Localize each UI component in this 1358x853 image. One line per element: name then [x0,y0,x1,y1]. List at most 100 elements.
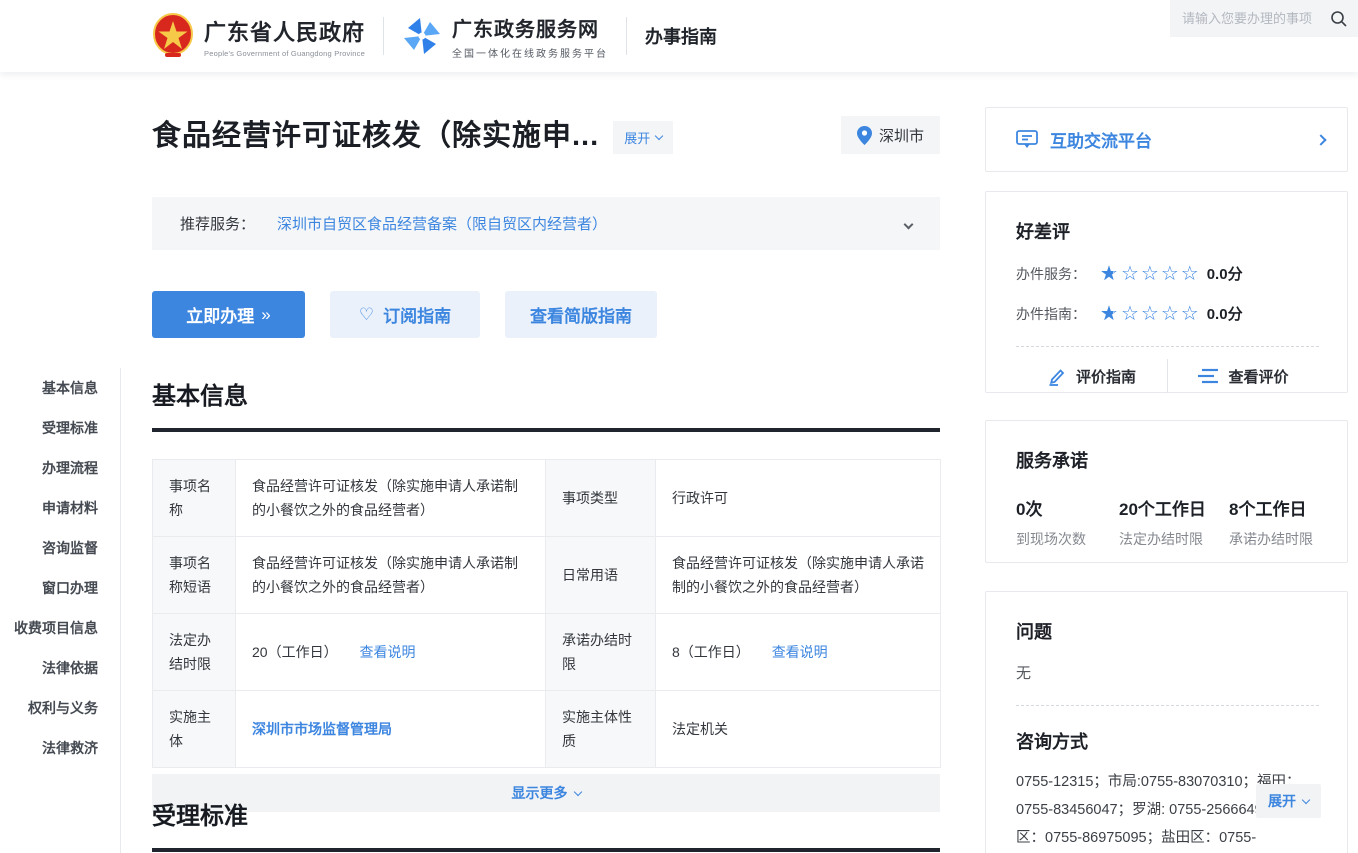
page-name: 办事指南 [645,23,717,49]
mutual-exchange-card[interactable]: 互助交流平台 [985,107,1348,172]
rating-row-label: 办件服务： [1016,264,1100,284]
section-nav: 基本信息 受理标准 办理流程 申请材料 咨询监督 窗口办理 收费项目信息 法律依… [0,368,121,853]
sidebar-item-consult-supervise[interactable]: 咨询监督 [0,528,120,568]
list-icon [1198,368,1218,384]
recommend-collapse-button[interactable] [905,215,912,233]
chevron-down-icon [573,787,581,795]
subscribe-guide-label: 订阅指南 [383,302,451,327]
sidebar-item-materials[interactable]: 申请材料 [0,488,120,528]
cell-label: 日常用语 [546,537,656,614]
cell-label: 实施主体 [153,691,236,768]
table-row: 事项名称短语 食品经营许可证核发（除实施申请人承诺制的小餐饮之外的食品经营者） … [153,537,941,614]
cell-value: 食品经营许可证核发（除实施申请人承诺制的小餐饮之外的食品经营者） [656,537,941,614]
view-reviews-label: 查看评价 [1228,366,1288,387]
subscribe-guide-button[interactable]: ♡ 订阅指南 [330,291,480,338]
gov-logo-title: 广东省人民政府 [204,15,365,47]
sidebar-item-process[interactable]: 办理流程 [0,448,120,488]
rate-guide-button[interactable]: 评价指南 [1016,366,1167,387]
promise-title: 服务承诺 [1016,447,1319,473]
gov-logo[interactable]: 广东省人民政府 People's Government of Guangdong… [152,13,365,59]
table-row: 事项名称 食品经营许可证核发（除实施申请人承诺制的小餐饮之外的食品经营者） 事项… [153,460,941,537]
stat-promised-limit: 8个工作日 承诺办结时限 [1229,495,1313,549]
sidebar-item-basic-info[interactable]: 基本信息 [0,368,120,408]
rating-row-service: 办件服务： ★ ☆ ☆☆☆☆ 0.0分 [1016,263,1319,284]
question-consult-card: 问题 无 咨询方式 0755-12315；市局:0755-83070310；福田… [985,591,1348,853]
header-divider-2 [626,17,627,55]
accept-standard-heading: 受理标准 [152,796,940,852]
city-selector[interactable]: 深圳市 [841,116,940,154]
heart-icon: ♡ [359,305,374,325]
search-input[interactable] [1182,11,1330,26]
cell-label: 法定办结时限 [153,614,236,691]
sidebar-item-fees[interactable]: 收费项目信息 [0,608,120,648]
empty-stars-icon: ☆☆☆☆ [1121,304,1201,324]
cell-value: 20（工作日） 查看说明 [236,614,546,691]
cell-label: 事项名称短语 [153,537,236,614]
apply-now-button[interactable]: 立即办理 » [152,291,305,338]
consult-expand-button[interactable]: 展开 [1256,784,1321,818]
gov-logo-subtitle: People's Government of Guangdong Provinc… [204,49,365,58]
sidebar-item-legal-basis[interactable]: 法律依据 [0,648,120,688]
table-row: 法定办结时限 20（工作日） 查看说明 承诺办结时限 8（工作日） 查看说明 [153,614,941,691]
dashed-divider [1016,705,1319,706]
simple-guide-label: 查看简版指南 [530,302,632,327]
title-expand-label: 展开 [624,128,650,147]
question-title: 问题 [1016,618,1319,644]
cell-value: 8（工作日） 查看说明 [656,614,941,691]
implementing-agency-link[interactable]: 深圳市市场监督管理局 [252,721,392,737]
recommend-link[interactable]: 深圳市自贸区食品经营备案（限自贸区内经营者） [277,213,607,234]
service-promise-card: 服务承诺 0次 到现场次数 20个工作日 法定办结时限 8个工作日 承诺办结时限 [985,420,1348,563]
search-box [1170,0,1358,37]
table-row: 实施主体 深圳市市场监督管理局 实施主体性质 法定机关 [153,691,941,768]
sidebar-item-legal-remedy[interactable]: 法律救济 [0,728,120,768]
search-icon[interactable] [1330,10,1348,28]
star-rating[interactable]: ★ ☆ ☆☆☆☆ [1100,304,1201,324]
apply-now-label: 立即办理 [186,302,254,327]
half-star-icon: ★ ☆ [1100,264,1121,284]
view-reviews-button[interactable]: 查看评价 [1168,366,1319,387]
rating-score: 0.0分 [1207,263,1243,284]
portal-logo[interactable]: 广东政务服务网 全国一体化在线政务服务平台 [402,13,608,60]
star-rating[interactable]: ★ ☆ ☆☆☆☆ [1100,264,1201,284]
rating-title: 好差评 [1016,218,1319,244]
chevron-down-icon [1302,795,1310,803]
portal-logo-title: 广东政务服务网 [452,13,608,42]
rating-row-label: 办件指南： [1016,304,1100,324]
stat-value: 20个工作日 [1119,495,1229,520]
promise-stats: 0次 到现场次数 20个工作日 法定办结时限 8个工作日 承诺办结时限 [1016,495,1319,549]
pencil-icon [1047,367,1066,386]
basic-info-table: 事项名称 食品经营许可证核发（除实施申请人承诺制的小餐饮之外的食品经营者） 事项… [152,459,941,768]
portal-logo-subtitle: 全国一体化在线政务服务平台 [452,45,608,60]
sidebar-item-window[interactable]: 窗口办理 [0,568,120,608]
action-buttons: 立即办理 » ♡ 订阅指南 查看简版指南 [152,291,657,338]
cell-label: 实施主体性质 [546,691,656,768]
question-content: 无 [1016,662,1319,683]
title-row: 食品经营许可证核发（除实施申... 展开 深圳市 [152,112,940,154]
arrow-right-icon [1317,131,1325,149]
simple-guide-button[interactable]: 查看简版指南 [505,291,657,338]
sidebar-item-accept-standard[interactable]: 受理标准 [0,408,120,448]
rating-card: 好差评 办件服务： ★ ☆ ☆☆☆☆ 0.0分 办件指南： ★ ☆ ☆☆☆☆ [985,191,1348,393]
stat-value: 8个工作日 [1229,495,1313,520]
recommend-bar: 推荐服务： 深圳市自贸区食品经营备案（限自贸区内经营者） [152,197,940,250]
stat-label: 法定办结时限 [1119,529,1229,549]
national-emblem-icon [152,13,194,59]
rate-guide-label: 评价指南 [1076,366,1136,387]
view-explanation-link[interactable]: 查看说明 [359,644,415,660]
rating-score: 0.0分 [1207,303,1243,324]
chat-icon [1016,130,1038,150]
title-expand-button[interactable]: 展开 [613,121,673,154]
view-explanation-link[interactable]: 查看说明 [772,644,828,660]
consult-title: 咨询方式 [1016,728,1319,754]
basic-info-section: 基本信息 事项名称 食品经营许可证核发（除实施申请人承诺制的小餐饮之外的食品经营… [152,376,940,812]
site-header: 广东省人民政府 People's Government of Guangdong… [0,0,1358,72]
location-pin-icon [857,126,872,145]
sidebar-item-rights-obligations[interactable]: 权利与义务 [0,688,120,728]
cell-value: 深圳市市场监督管理局 [236,691,546,768]
header-divider [383,17,384,55]
cell-label: 事项类型 [546,460,656,537]
mutual-exchange-label: 互助交流平台 [1050,127,1152,152]
cell-value: 法定机关 [656,691,941,768]
accept-standard-section: 受理标准 [152,796,940,852]
rating-row-guide: 办件指南： ★ ☆ ☆☆☆☆ 0.0分 [1016,303,1319,324]
